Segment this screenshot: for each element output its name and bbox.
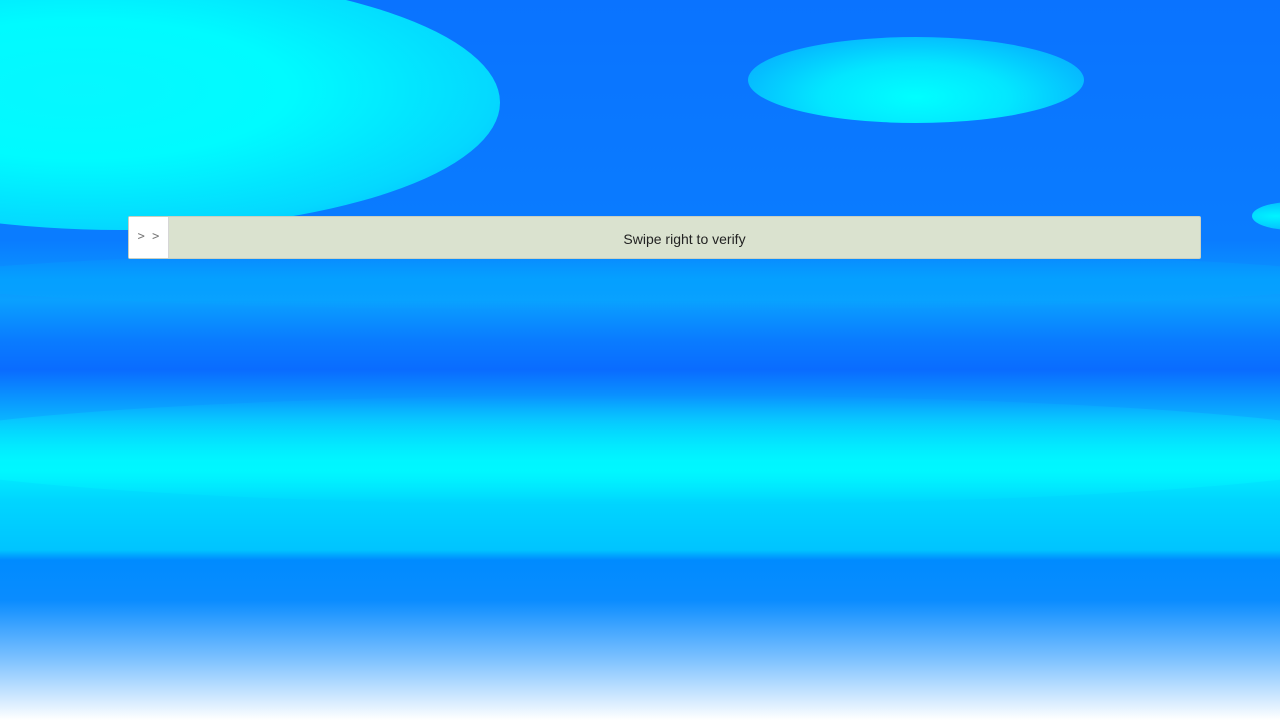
double-chevron-right-icon: > > — [137, 229, 160, 243]
verify-slider-handle[interactable]: > > — [129, 217, 169, 258]
background-band-cyan — [0, 395, 1280, 505]
verify-slider-track[interactable]: > > Swipe right to verify — [128, 216, 1201, 259]
page: > > Swipe right to verify — [0, 0, 1280, 720]
background-band — [0, 250, 1280, 310]
background-blob-right — [748, 37, 1084, 123]
verify-slider-label: Swipe right to verify — [623, 231, 746, 247]
